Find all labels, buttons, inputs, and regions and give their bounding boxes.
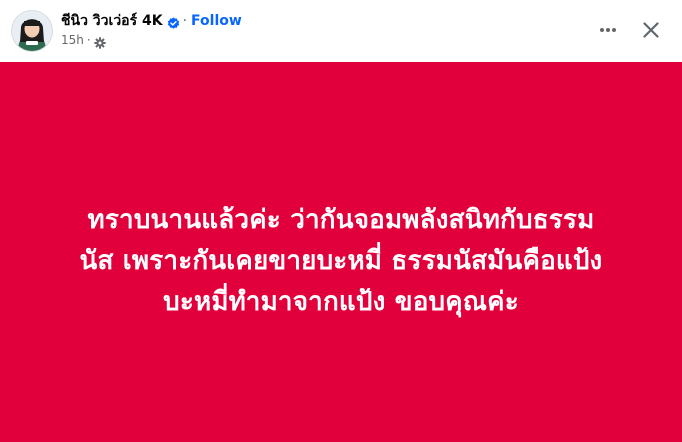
post-text: ทราบนานแล้วค่ะ ว่ากันจอมพลังสนิทกับธรรม …	[20, 200, 662, 323]
avatar[interactable]	[12, 11, 52, 51]
post-text-line: นัส เพราะกันเคยขายบะหมี่ ธรรมนัสมันคือแป…	[79, 246, 603, 276]
separator-dot: ·	[182, 13, 188, 29]
more-options-button[interactable]	[592, 14, 624, 46]
more-icon	[600, 28, 616, 32]
follow-button[interactable]: Follow	[191, 13, 242, 29]
verified-badge-icon	[167, 15, 180, 29]
avatar-image	[12, 11, 52, 51]
post-timestamp[interactable]: 15h	[61, 33, 84, 47]
author-row: ชีนิว วิวเว่อร์ 4K · Follow	[61, 11, 242, 31]
post-meta: 15h ·	[61, 32, 106, 49]
close-button[interactable]	[634, 13, 668, 47]
post-text-line: บะหมี่ทำมาจากแป้ง ขอบคุณค่ะ	[163, 287, 519, 317]
post-text-line: ทราบนานแล้วค่ะ ว่ากันจอมพลังสนิทกับธรรม	[87, 205, 595, 235]
close-icon	[643, 22, 659, 38]
post-header: ชีนิว วิวเว่อร์ 4K · Follow 15h ·	[0, 0, 682, 62]
gear-icon[interactable]	[94, 34, 106, 49]
author-name[interactable]: ชีนิว วิวเว่อร์ 4K	[61, 10, 163, 32]
post-background: ทราบนานแล้วค่ะ ว่ากันจอมพลังสนิทกับธรรม …	[0, 62, 682, 442]
meta-separator: ·	[86, 33, 91, 47]
